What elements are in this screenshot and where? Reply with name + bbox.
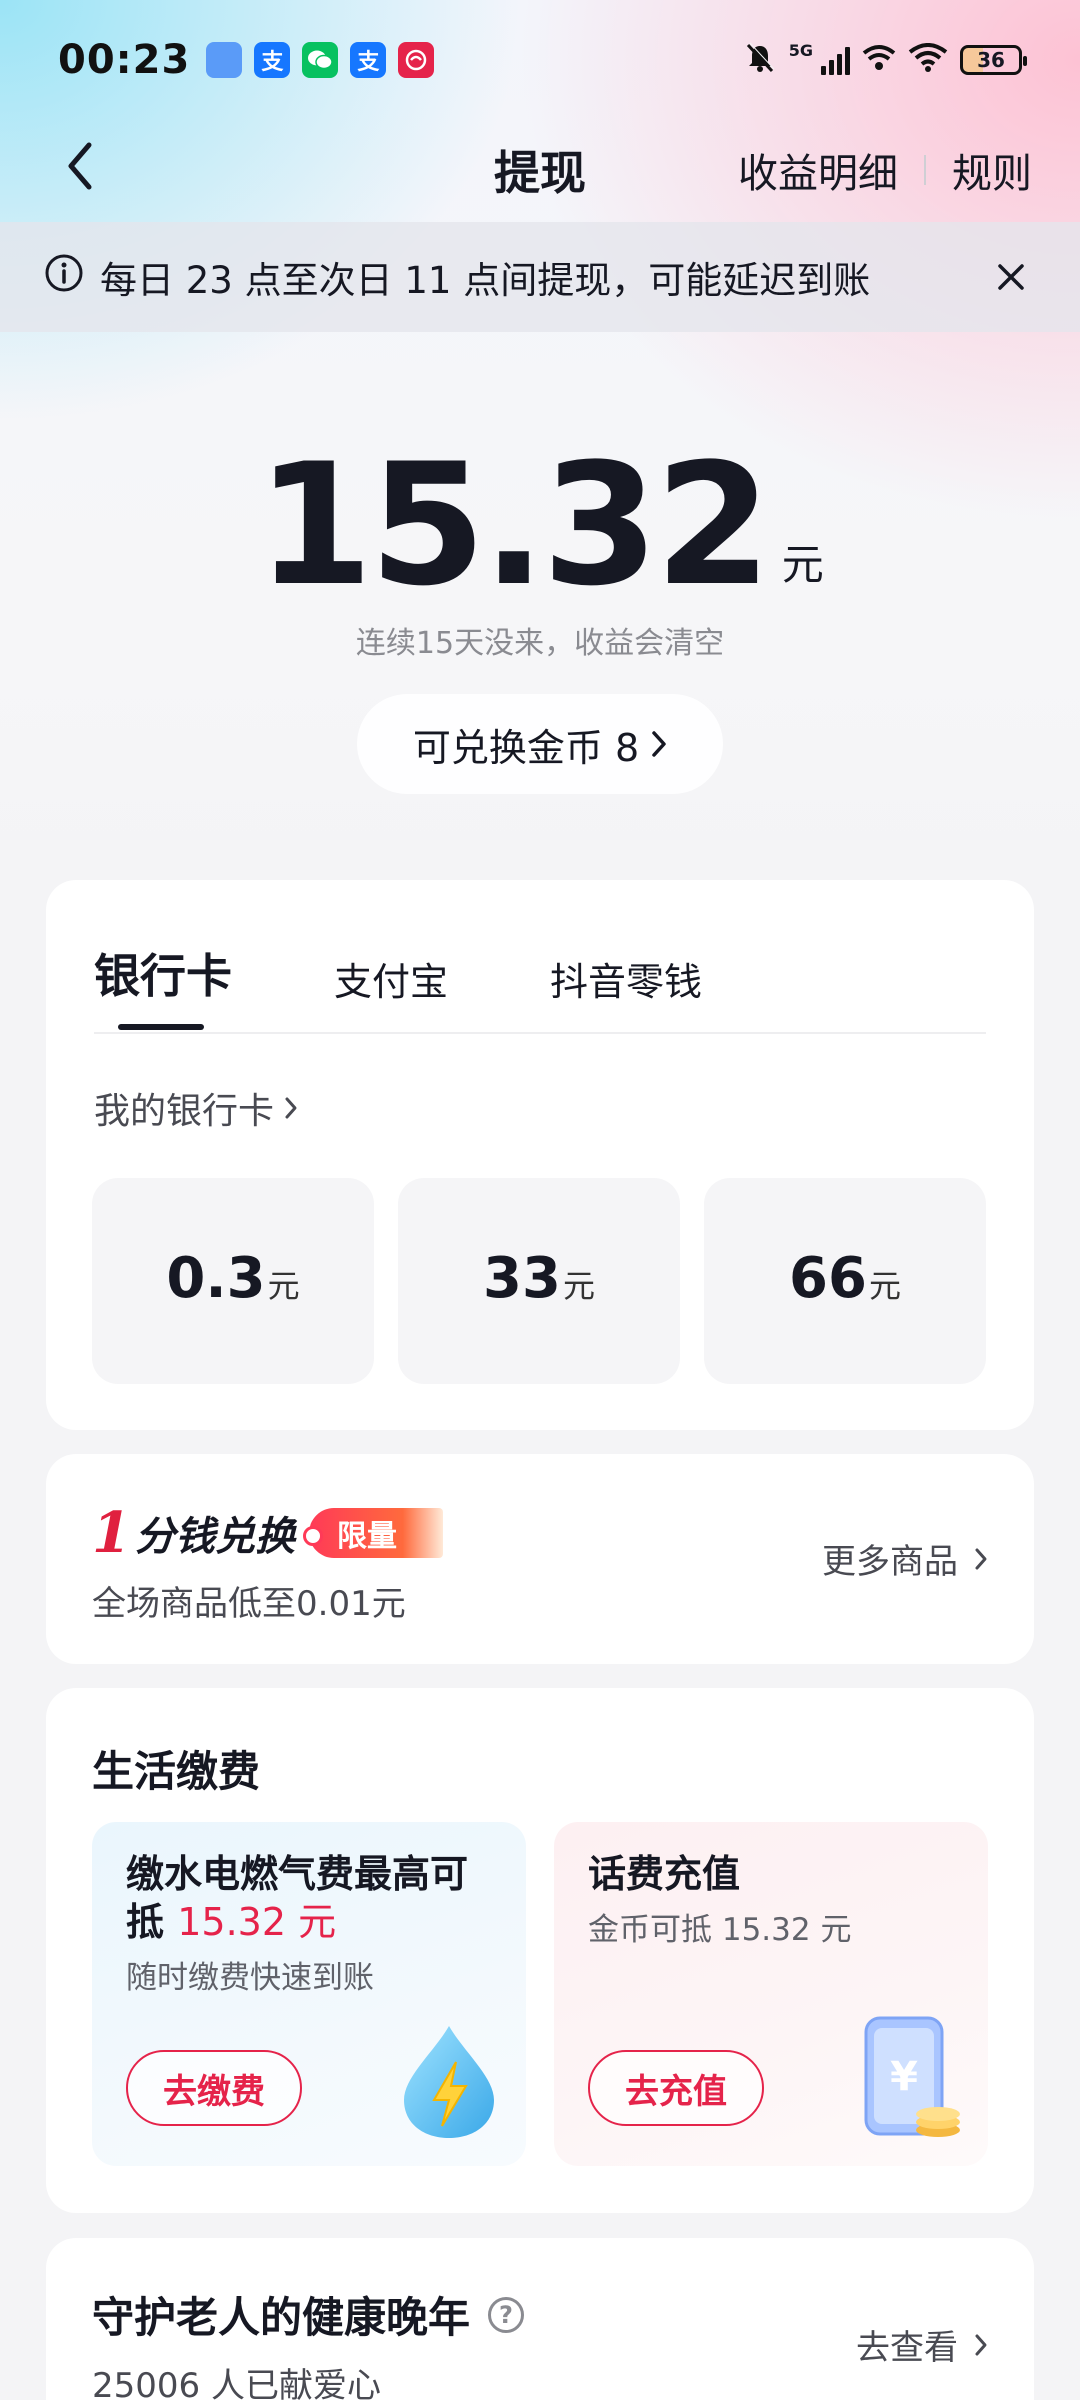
balance-amount: 15.32 <box>256 427 771 623</box>
charity-view-link[interactable]: 去查看 <box>856 2320 988 2369</box>
withdraw-card: 银行卡 支付宝 抖音零钱 我的银行卡 0.3 元 33 元 66 元 <box>46 880 1034 1430</box>
balance-display: 15.32 元 <box>0 427 1080 623</box>
active-tab-indicator <box>118 1024 204 1030</box>
status-time: 00:23 <box>58 37 191 83</box>
promo-subtitle: 全场商品低至0.01元 <box>92 1584 406 1624</box>
exchange-coins-button[interactable]: 可兑换金币 8 <box>357 694 723 794</box>
balance-hint: 连续15天没来，收益会清空 <box>355 626 725 661</box>
nav-divider <box>924 155 926 185</box>
promo-title: 1 分钱兑换 限量 <box>92 1500 443 1566</box>
nav-bar: 提现 收益明细 规则 <box>0 120 1080 220</box>
help-icon[interactable]: ? <box>488 2296 525 2333</box>
amount-option-value: 66 <box>789 1246 867 1311</box>
limited-badge: 限量 <box>302 1508 443 1558</box>
notification-app-icons: 支 支 <box>206 42 435 78</box>
chevron-right-icon <box>975 2334 987 2355</box>
wifi-icon <box>908 43 948 77</box>
tab-bank-card[interactable]: 银行卡 <box>94 940 232 1006</box>
tab-alipay[interactable]: 支付宝 <box>334 951 448 1006</box>
notice-banner: 每日 23 点至次日 11 点间提现，可能延迟到账 <box>0 222 1080 332</box>
wechat-icon <box>302 42 339 78</box>
life-payments-card: 生活缴费 缴水电燃气费最高可抵 15.32 元 随时缴费快速到账 去缴费 话费充… <box>46 1688 1034 2213</box>
more-products-link[interactable]: 更多商品 <box>822 1534 988 1583</box>
one-cent-exchange-card[interactable]: 1 分钱兑换 限量 全场商品低至0.01元 更多商品 <box>46 1454 1034 1664</box>
my-bank-card-label: 我的银行卡 <box>94 1091 275 1132</box>
amount-option[interactable]: 66 元 <box>704 1178 986 1384</box>
chevron-right-icon <box>975 1548 987 1569</box>
my-bank-card-link[interactable]: 我的银行卡 <box>94 1082 298 1134</box>
notice-close-button[interactable] <box>986 252 1036 302</box>
amount-option-value: 0.3 <box>166 1246 266 1311</box>
phone-topup-subtitle: 金币可抵 15.32 元 <box>588 1912 852 1948</box>
exchange-coins-label: 可兑换金币 8 <box>412 725 640 770</box>
life-payments-title: 生活缴费 <box>92 1747 261 1796</box>
charity-card[interactable]: 守护老人的健康晚年 ? 25006 人已献爱心 去查看 <box>46 2238 1034 2400</box>
network-type: 5G <box>788 41 813 60</box>
phone-topup-title: 话费充值 <box>588 1852 741 1896</box>
charity-title: 守护老人的健康晚年 ? <box>92 2284 525 2345</box>
more-products-label: 更多商品 <box>822 1542 958 1582</box>
app-icon-1 <box>206 42 243 78</box>
charity-view-label: 去查看 <box>856 2328 958 2368</box>
amount-option-value: 33 <box>483 1246 561 1311</box>
water-drop-lightning-icon <box>394 2022 504 2146</box>
rules-link[interactable]: 规则 <box>952 141 1032 199</box>
close-icon <box>998 264 1024 290</box>
status-indicators: 5G 36 <box>743 41 1027 79</box>
withdraw-amount-options: 0.3 元 33 元 66 元 <box>92 1178 986 1384</box>
balance-unit: 元 <box>781 540 824 589</box>
cell-signal-2-icon <box>862 43 896 77</box>
alipay-icon: 支 <box>350 42 387 78</box>
amount-option-unit: 元 <box>267 1267 300 1305</box>
utility-bill-title: 缴水电燃气费最高可抵 15.32 元 <box>126 1850 492 1946</box>
amount-option[interactable]: 0.3 元 <box>92 1178 374 1384</box>
svg-text:¥: ¥ <box>890 2054 918 2100</box>
tab-douyin-wallet[interactable]: 抖音零钱 <box>550 951 702 1006</box>
promo-title-text: 分钱兑换 <box>134 1514 295 1560</box>
status-bar: 00:23 支 支 5G 36 <box>0 0 1080 120</box>
phone-topup-tile[interactable]: 话费充值 金币可抵 15.32 元 去充值 ¥ <box>554 1822 988 2166</box>
tabs-divider <box>94 1032 986 1034</box>
utility-bill-subtitle: 随时缴费快速到账 <box>126 1960 374 1996</box>
amount-option[interactable]: 33 元 <box>398 1178 680 1384</box>
topup-button[interactable]: 去充值 <box>588 2050 764 2126</box>
chevron-right-icon <box>652 731 666 757</box>
chevron-right-icon <box>285 1097 297 1119</box>
utility-bill-tile[interactable]: 缴水电燃气费最高可抵 15.32 元 随时缴费快速到账 去缴费 <box>92 1822 526 2166</box>
battery-indicator: 36 <box>960 45 1027 75</box>
utility-bill-amount: 15.32 元 <box>177 1900 337 1944</box>
mute-bell-icon <box>743 41 777 79</box>
cell-signal-icon <box>821 45 850 75</box>
phone-coins-icon: ¥ <box>846 2012 966 2146</box>
notice-text: 每日 23 点至次日 11 点间提现，可能延迟到账 <box>100 259 871 302</box>
alipay-icon: 支 <box>254 42 291 78</box>
earnings-details-link[interactable]: 收益明细 <box>738 141 898 199</box>
withdraw-method-tabs: 银行卡 支付宝 抖音零钱 <box>94 940 804 1006</box>
amount-option-unit: 元 <box>562 1267 595 1305</box>
info-icon <box>44 253 84 302</box>
nav-actions: 收益明细 规则 <box>738 141 1032 199</box>
pay-bill-button[interactable]: 去缴费 <box>126 2050 302 2126</box>
promo-title-number: 1 <box>92 1500 131 1566</box>
amount-option-unit: 元 <box>868 1267 901 1305</box>
app-icon-5 <box>398 42 435 78</box>
charity-subtitle: 25006 人已献爱心 <box>92 2366 381 2400</box>
charity-title-text: 守护老人的健康晚年 <box>92 2293 471 2342</box>
